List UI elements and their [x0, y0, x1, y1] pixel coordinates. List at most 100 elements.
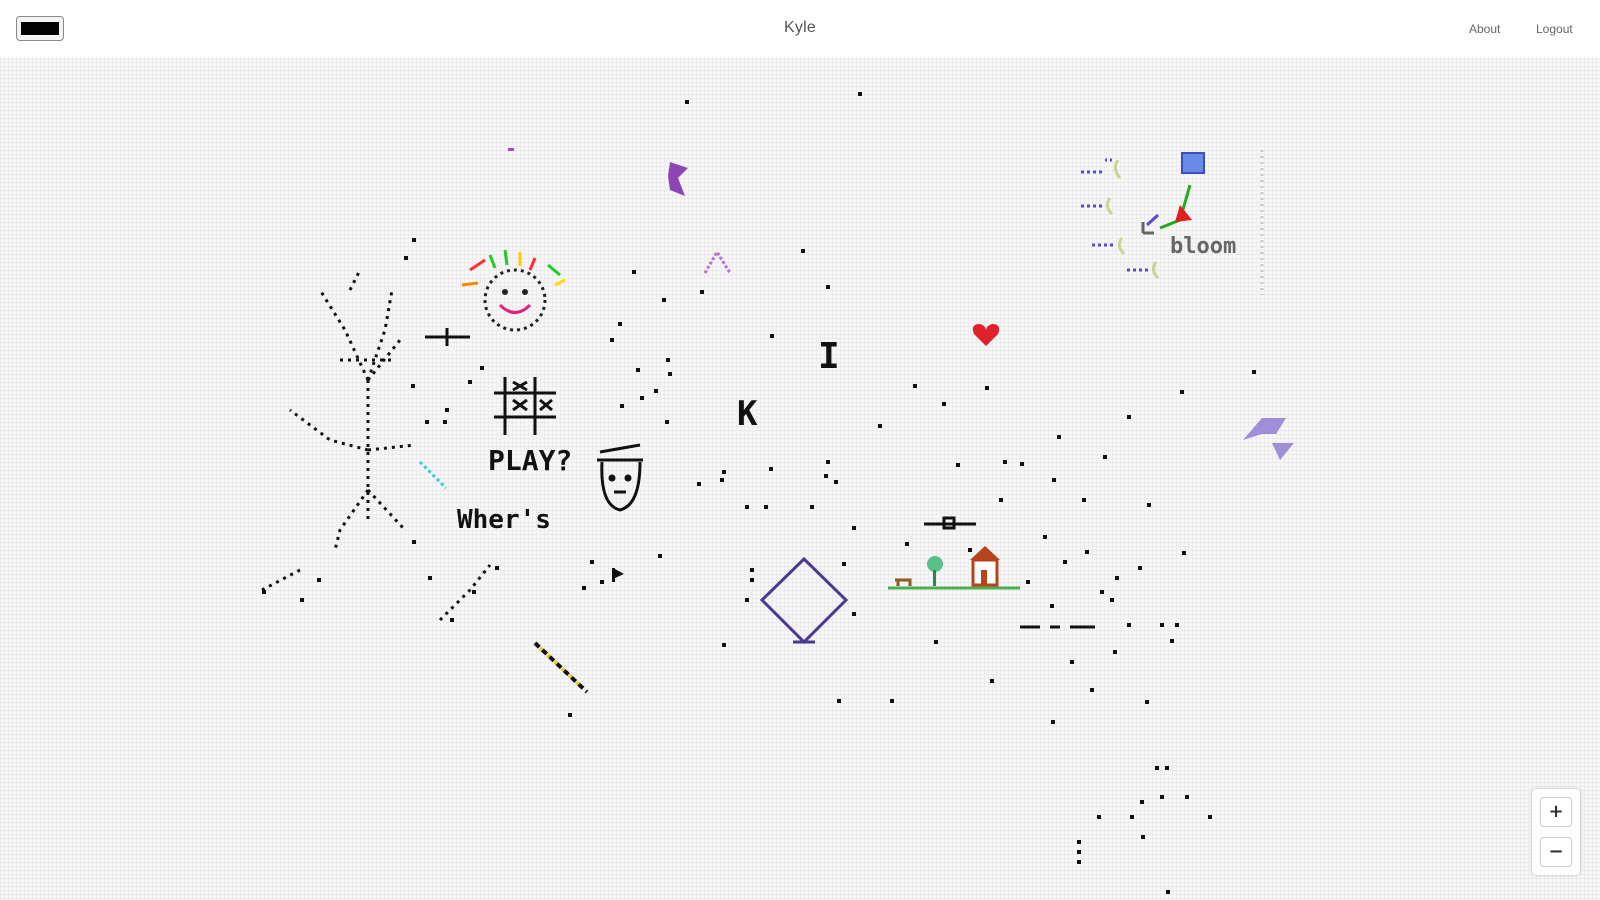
pixel-dot — [878, 424, 882, 428]
pixel-dot — [1026, 580, 1030, 584]
pixel-dot — [632, 270, 636, 274]
pixel-dot — [801, 249, 805, 253]
pixel-dot — [668, 372, 672, 376]
pixel-dot — [985, 386, 989, 390]
pixel-dot — [600, 580, 604, 584]
pixel-dot — [443, 420, 447, 424]
pixel-dot — [1147, 503, 1151, 507]
pixel-dot — [412, 238, 416, 242]
letter-k-text: K — [737, 394, 758, 434]
pixel-dot — [824, 474, 828, 478]
pixel-dot — [934, 640, 938, 644]
pixel-dot — [764, 505, 768, 509]
pixel-dot — [610, 338, 614, 342]
pixel-dot — [1166, 890, 1170, 894]
pixel-dot — [1020, 462, 1024, 466]
bloom-flower-cluster: bloom — [1081, 150, 1264, 295]
pixel-dot — [1057, 435, 1061, 439]
pixel-dot — [1082, 498, 1086, 502]
pixel-dot — [1180, 390, 1184, 394]
zoom-in-button[interactable]: + — [1540, 797, 1572, 827]
pixel-dot — [837, 699, 841, 703]
pixel-dot — [1113, 650, 1117, 654]
play-text: PLAY? — [488, 444, 572, 477]
dash-dot-line — [924, 516, 1095, 629]
pixel-dot — [826, 460, 830, 464]
pixel-dot — [1051, 720, 1055, 724]
pixel-dot — [913, 384, 917, 388]
purple-dash — [508, 148, 514, 151]
cyan-scribble — [418, 460, 448, 490]
pixel-dot — [1043, 535, 1047, 539]
pixel-dot — [636, 368, 640, 372]
pixel-dot — [1050, 604, 1054, 608]
pixel-dot — [618, 322, 622, 326]
pixel-dot — [317, 578, 321, 582]
pixel-dot — [826, 285, 830, 289]
pixel-dot — [810, 505, 814, 509]
small-flag-doodle — [612, 568, 624, 582]
yellow-black-stick — [533, 641, 589, 694]
pixel-dot — [450, 618, 454, 622]
pixel-dot — [750, 578, 754, 582]
scattered-pixel-dots — [262, 92, 1256, 894]
house-landscape-scene — [888, 546, 1020, 590]
pixel-dot — [1077, 840, 1081, 844]
whers-text: Wher's — [457, 505, 551, 535]
pixel-dot — [1145, 700, 1149, 704]
pixel-dot — [582, 586, 586, 590]
pixel-dot — [1103, 455, 1107, 459]
zoom-out-button[interactable]: − — [1540, 837, 1572, 867]
pixel-dot — [1155, 766, 1159, 770]
airplane-doodle — [425, 328, 470, 346]
pixel-dot — [750, 568, 754, 572]
colorful-smiley-face — [461, 249, 566, 332]
pixel-dot — [685, 100, 689, 104]
pixel-dot — [722, 643, 726, 647]
pixel-dot — [968, 548, 972, 552]
pixel-dot — [495, 566, 499, 570]
pixel-dot — [425, 420, 429, 424]
pixel-dot — [834, 480, 838, 484]
pixel-dot — [1160, 795, 1164, 799]
pixel-dot — [480, 366, 484, 370]
pixel-dot — [1141, 835, 1145, 839]
pixel-dot — [1115, 576, 1119, 580]
tic-tac-toe-board — [494, 377, 556, 435]
pixel-dot — [1052, 478, 1056, 482]
pixel-dot — [412, 540, 416, 544]
pixel-dot — [1140, 800, 1144, 804]
pixel-dot — [662, 298, 666, 302]
pixel-dot — [1252, 370, 1256, 374]
pixel-dot — [700, 290, 704, 294]
pixel-dot — [1170, 639, 1174, 643]
pixel-dot — [472, 590, 476, 594]
pixel-dot — [1070, 660, 1074, 664]
pixel-dot — [404, 256, 408, 260]
pixel-dot — [770, 334, 774, 338]
pixel-dot — [1127, 623, 1131, 627]
pixel-dot — [852, 612, 856, 616]
logout-link[interactable]: Logout — [1536, 22, 1573, 36]
pixel-dot — [852, 526, 856, 530]
pixel-dot — [956, 463, 960, 467]
pixel-dot — [1085, 550, 1089, 554]
about-link[interactable]: About — [1469, 22, 1500, 36]
letter-i-text: I — [818, 336, 840, 377]
acorn-face-doodle — [597, 443, 643, 512]
pixel-dot — [666, 358, 670, 362]
pixel-dot — [745, 598, 749, 602]
pixel-dot — [640, 396, 644, 400]
drawing-canvas[interactable]: PLAY? Wher's K I bloom — [0, 58, 1600, 900]
pixel-dot — [1165, 766, 1169, 770]
pixel-dot — [654, 389, 658, 393]
pixel-dot — [1175, 623, 1179, 627]
lavender-lightning-shape — [1243, 418, 1294, 460]
pixel-dot — [1208, 815, 1212, 819]
pixel-dot — [905, 542, 909, 546]
pixel-dot — [1077, 860, 1081, 864]
top-bar: Kyle About Logout — [0, 0, 1600, 58]
pixel-dot — [1160, 623, 1164, 627]
pixel-dot — [445, 408, 449, 412]
pixel-dot — [942, 402, 946, 406]
